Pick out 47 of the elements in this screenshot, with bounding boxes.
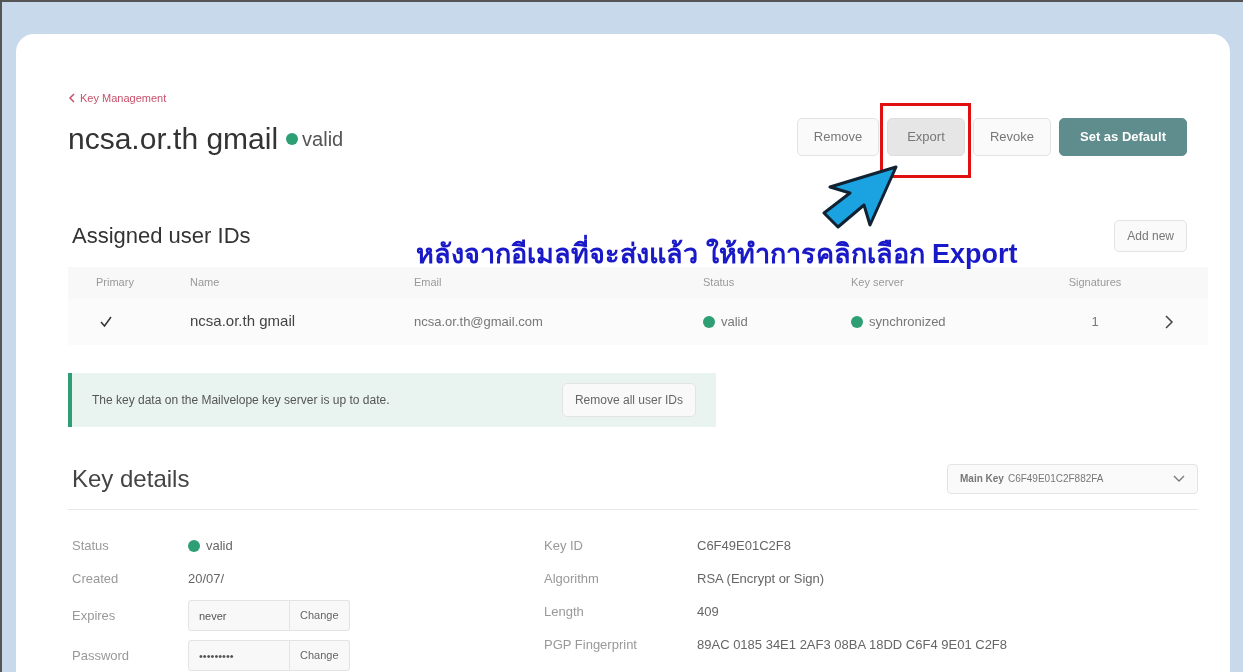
annotation-caption: หลังจากอีเมลที่จะส่งแล้ว ให้ทำการคลิกเลือก Export (416, 236, 1018, 272)
chevron-down-icon (1173, 474, 1185, 483)
detail-label: Algorithm (544, 570, 600, 589)
notice-text: The key data on the Mailvelope key server is up to date. (92, 391, 390, 409)
action-button[interactable]: Remove (797, 117, 879, 156)
page-title: ncsa.or.th gmail (68, 121, 279, 157)
change-button[interactable]: Change (290, 600, 350, 631)
column-header: Signatures (1068, 276, 1122, 289)
key-select[interactable]: Main Key C6F49E01C2F882FA (947, 463, 1198, 494)
detail-label: Key ID (544, 537, 584, 556)
detail-value: 409 (697, 603, 719, 622)
detail-value: C6F49E01C2F8 (697, 537, 791, 556)
chevron-right-icon (1164, 314, 1174, 329)
detail-value: RSA (Encrypt or Sign) (697, 570, 825, 589)
action-button[interactable]: Revoke (973, 117, 1051, 156)
detail-label: Password (71, 646, 131, 665)
detail-value: 20/07/ (188, 570, 225, 589)
status-label: valid (302, 126, 344, 152)
detail-label: PGP Fingerprint (544, 636, 638, 655)
column-header: Name (190, 276, 220, 289)
section-title: Key details (72, 463, 190, 494)
detail-label: Created (71, 570, 120, 589)
user-name: ncsa.or.th gmail (190, 312, 296, 330)
email-text: ncsa.or.th@gmail.com (414, 313, 543, 329)
column-header: Status (703, 276, 735, 289)
signatures-count: 1 (1091, 313, 1099, 329)
status-text: valid (721, 312, 748, 331)
input-field[interactable]: ••••••••• (188, 640, 290, 671)
action-button[interactable]: Set as Default (1059, 117, 1187, 156)
detail-label: Expires (71, 606, 117, 625)
change-button[interactable]: Change (290, 640, 350, 671)
detail-label: Length (544, 603, 585, 622)
detail-value: valid (206, 537, 233, 556)
back-link[interactable]: Key Management (68, 90, 167, 107)
chevron-left-icon (68, 93, 76, 104)
key-server-text: synchronized (869, 312, 946, 331)
column-header: Email (414, 276, 442, 289)
add-new-button[interactable]: Add new (1114, 219, 1187, 252)
input-field[interactable]: never (188, 600, 290, 631)
column-header: Primary (96, 276, 134, 289)
detail-label: Status (71, 537, 110, 556)
remove-all-button[interactable]: Remove all user IDs (561, 382, 696, 417)
pointer-arrow-icon (820, 165, 898, 229)
detail-value: 89AC 0185 34E1 2AF3 08BA 18DD C6F4 9E01 C2F8 (697, 636, 1008, 655)
column-header: Key server (851, 276, 904, 289)
section-title: Assigned user IDs (72, 222, 251, 250)
action-button[interactable]: Export (887, 117, 965, 156)
